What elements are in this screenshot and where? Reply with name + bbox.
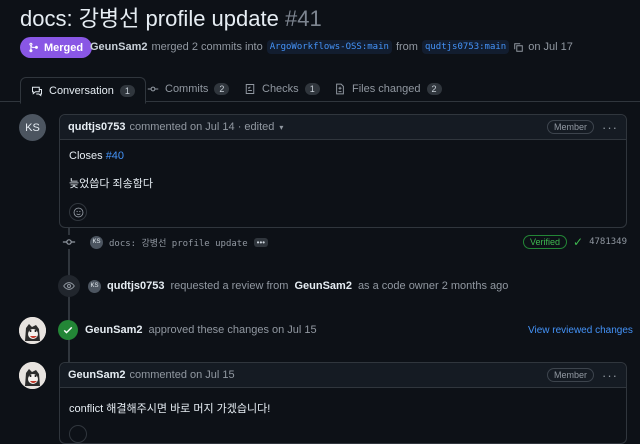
pr-title-text: docs: 강병선 profile update [20,6,279,31]
approver-link[interactable]: GeunSam2 [85,324,142,336]
comment-header: GeunSam2 commented on Jul 15 Member ··· [60,363,626,388]
commit-sha-link[interactable]: 4781349 [589,237,627,247]
comment-icon [32,86,42,97]
comment-body: Closes #40 늦었씁다 죄송함다 [60,140,626,221]
kebab-menu-icon[interactable]: ··· [602,368,618,383]
tab-commits-label: Commits [165,83,209,95]
approval-text: approved these changes on Jul 15 [148,324,317,336]
tab-checks[interactable]: Checks 1 [244,76,320,102]
tab-conversation[interactable]: Conversation 1 [20,77,146,104]
comment-body: conflict 해결해주시면 바로 머지 가겠습니다! [69,403,271,415]
avatar[interactable] [19,317,46,344]
approved-check-icon [58,320,78,340]
comment-author-link[interactable]: qudtjs0753 [68,121,125,133]
tab-conversation-label: Conversation [49,84,114,97]
tab-commits-count: 2 [214,83,230,95]
copy-icon[interactable] [513,42,524,53]
merged-status-label: Merged [44,41,84,54]
tab-checks-label: Checks [262,83,299,95]
review-request-event: KS qudtjs0753 requested a review from Ge… [58,275,508,297]
request-suffix[interactable]: as a code owner 2 months ago [358,280,508,292]
tab-files-changed-count: 2 [426,83,442,95]
comment-author-link[interactable]: GeunSam2 [68,369,125,381]
kebab-menu-icon[interactable]: ··· [602,120,618,135]
checklist-icon [245,84,255,94]
approval-event: GeunSam2 approved these changes on Jul 1… [85,324,317,336]
check-icon[interactable]: ✓ [573,235,583,249]
comment-card: qudtjs0753 commented on Jul 14 · edited … [59,114,627,228]
avatar[interactable] [19,362,46,389]
comment-meta[interactable]: commented on Jul 14 · edited [129,121,274,133]
comment-card: GeunSam2 commented on Jul 15 Member ··· … [59,362,627,444]
comment-header: qudtjs0753 commented on Jul 14 · edited … [60,115,626,140]
cat-avatar-icon [19,317,46,344]
pr-number: #41 [284,6,322,31]
eye-icon [58,275,80,297]
member-badge: Member [546,120,594,134]
from-text: from [395,41,418,53]
closes-text: Closes [69,150,103,162]
verified-badge[interactable]: Verified [522,235,567,249]
add-reaction-button[interactable] [69,203,87,221]
comment-line-closes: Closes #40 [69,150,617,164]
cat-avatar-icon [19,362,46,389]
merge-icon [29,42,38,53]
merge-text: merged 2 commits into [151,41,263,53]
expand-commit-button[interactable]: ••• [253,237,269,247]
merge-date: on Jul 17 [528,41,573,53]
avatar[interactable]: KS [88,279,101,293]
chevron-down-icon[interactable]: ▾ [279,123,283,132]
reviewer-link[interactable]: GeunSam2 [294,280,351,292]
smiley-icon [73,207,83,217]
tab-files-changed-label: Files changed [352,83,421,95]
tab-conversation-count: 1 [119,84,135,97]
tab-files-changed[interactable]: Files changed 2 [334,76,442,102]
tab-checks-count: 1 [304,83,320,95]
pr-title: docs: 강병선 profile update #41 [20,4,322,34]
view-reviewed-changes-button[interactable]: View reviewed changes [528,325,633,336]
add-reaction-button[interactable] [69,425,87,443]
file-diff-icon [336,83,344,95]
commit-message-link[interactable]: docs: 강병선 profile update [109,236,248,249]
avatar[interactable]: KS [19,114,46,141]
requester-link[interactable]: qudtjs0753 [107,280,164,292]
request-text: requested a review from [170,280,289,292]
base-branch-label[interactable]: ArgoWorkflows-OSS:main [266,40,392,54]
comment-meta[interactable]: commented on Jul 15 [129,369,234,381]
commit-icon [147,86,159,92]
merge-author-link[interactable]: GeunSam2 [90,41,147,53]
merged-status-badge: Merged [20,37,93,58]
avatar[interactable]: KS [90,235,103,249]
head-branch-label[interactable]: qudtjs0753:main [421,40,510,54]
commit-row: KS docs: 강병선 profile update ••• Verified… [62,235,627,249]
merge-meta: GeunSam2 merged 2 commits into ArgoWorkf… [90,40,573,54]
tab-commits[interactable]: Commits 2 [147,76,230,102]
member-badge: Member [546,368,594,382]
commit-icon [62,235,76,249]
comment-line-text: 늦었씁다 죄송함다 [69,178,154,190]
issue-link[interactable]: #40 [106,150,124,162]
